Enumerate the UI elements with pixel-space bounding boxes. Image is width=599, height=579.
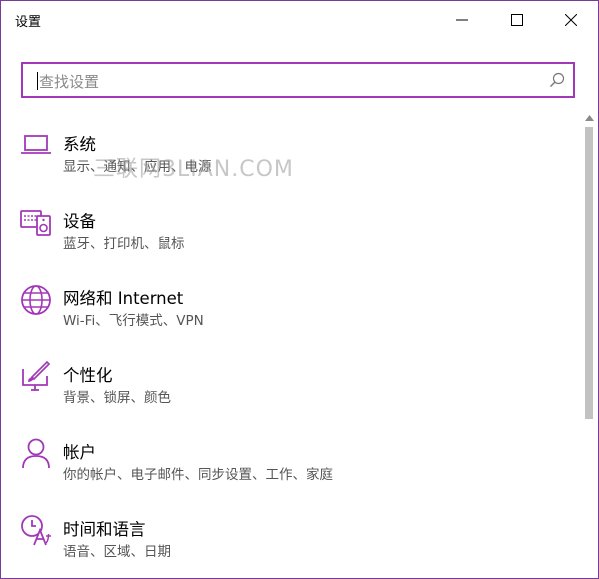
category-title: 个性化 [63,366,113,385]
category-description: 语音、区域、日期 [63,544,171,560]
category-description: 蓝牙、打印机、鼠标 [63,236,185,252]
category-network-internet[interactable]: 网络和 Internet Wi-Fi、飞行模式、VPN [1,273,581,343]
close-button[interactable] [544,1,598,39]
category-system[interactable]: 系统 显示、通知、应用、电源 [1,119,581,189]
category-devices[interactable]: 设备 蓝牙、打印机、鼠标 [1,196,581,266]
category-time-language[interactable]: 时间和语言 语音、区域、日期 [1,504,581,574]
settings-window: 设置 查找设置 系统 显示、通知、应用、电源 设备 蓝牙、打印机、鼠标 网络和 … [0,0,599,579]
search-input[interactable]: 查找设置 [39,71,99,92]
close-icon [565,14,577,26]
devices-icon [20,210,51,236]
scrollbar-thumb[interactable] [585,127,593,419]
paint-icon [22,360,51,391]
globe-icon [21,285,51,315]
maximize-icon [511,14,523,26]
search-box[interactable]: 查找设置 [21,62,575,98]
title-bar: 设置 [1,1,598,39]
minimize-icon [456,19,468,21]
search-icon[interactable] [549,72,565,88]
scroll-up-arrow-icon[interactable] [585,115,594,121]
category-title: 帐户 [63,443,96,462]
laptop-icon [21,135,51,154]
minimize-button[interactable] [435,1,489,39]
category-title: 系统 [63,135,96,154]
category-personalization[interactable]: 个性化 背景、锁屏、颜色 [1,350,581,420]
category-title: 时间和语言 [63,520,146,539]
vertical-scrollbar[interactable] [581,111,598,578]
category-description: 你的帐户、电子邮件、同步设置、工作、家庭 [63,467,333,483]
time-language-icon [21,515,51,546]
maximize-button[interactable] [490,1,544,39]
category-description: Wi-Fi、飞行模式、VPN [63,313,204,329]
window-title: 设置 [15,15,42,30]
text-caret [37,72,38,90]
category-description: 显示、通知、应用、电源 [63,159,212,175]
category-accounts[interactable]: 帐户 你的帐户、电子邮件、同步设置、工作、家庭 [1,427,581,497]
settings-category-list: 系统 显示、通知、应用、电源 设备 蓝牙、打印机、鼠标 网络和 Internet… [1,119,581,578]
person-icon [22,438,50,469]
category-title: 网络和 Internet [63,289,184,308]
category-description: 背景、锁屏、颜色 [63,390,171,406]
category-title: 设备 [63,212,96,231]
